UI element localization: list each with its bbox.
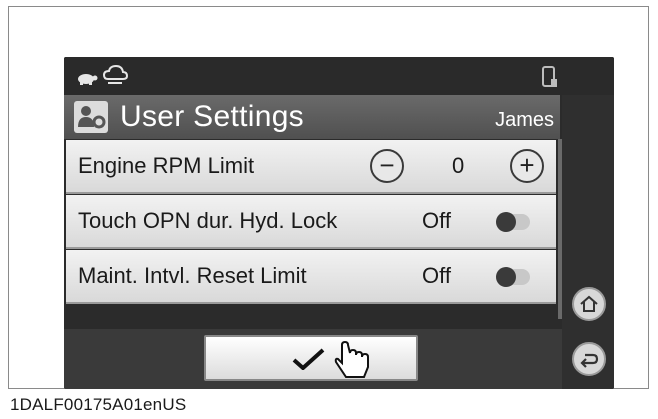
checkmark-icon: [292, 348, 325, 370]
toggle-knob: [496, 267, 516, 287]
setting-state: Off: [422, 208, 451, 233]
increment-button[interactable]: +: [510, 149, 544, 183]
setting-row-engine-rpm-limit: Engine RPM Limit − 0 +: [66, 140, 556, 194]
page-title: User Settings: [120, 100, 304, 133]
back-button[interactable]: [572, 342, 606, 376]
user-name: James: [495, 109, 554, 131]
setting-row-maint-reset-limit[interactable]: Maint. Intvl. Reset Limit Off: [66, 250, 556, 304]
stepper-value: 0: [452, 153, 465, 178]
phone-icon: [542, 66, 557, 87]
user-settings-icon: [74, 101, 108, 133]
turtle-icon: [78, 74, 98, 85]
cloud-icon: [102, 64, 128, 84]
setting-row-touch-opn-hyd-lock[interactable]: Touch OPN dur. Hyd. Lock Off: [66, 195, 556, 249]
home-icon: [580, 295, 598, 312]
confirm-button[interactable]: [204, 335, 418, 381]
back-icon: [580, 353, 599, 368]
toggle-knob: [496, 212, 516, 232]
setting-label: Maint. Intvl. Reset Limit: [78, 263, 307, 288]
monitor-screen: User Settings James Engine RPM Limit − 0…: [64, 57, 614, 389]
setting-label: Touch OPN dur. Hyd. Lock: [78, 208, 338, 233]
setting-label: Engine RPM Limit: [78, 153, 255, 178]
setting-state: Off: [422, 263, 451, 288]
figure-frame: User Settings James Engine RPM Limit − 0…: [8, 6, 649, 389]
pointing-hand-icon: [334, 340, 369, 378]
figure-caption: 1DALF00175A01enUS: [10, 395, 187, 414]
home-button[interactable]: [572, 287, 606, 321]
toggle-switch[interactable]: [496, 267, 530, 287]
decrement-button[interactable]: −: [370, 149, 404, 183]
bottom-bar: [64, 329, 562, 389]
status-bar: [64, 57, 614, 95]
title-bar: User Settings James: [64, 95, 560, 139]
toggle-switch[interactable]: [496, 212, 530, 232]
